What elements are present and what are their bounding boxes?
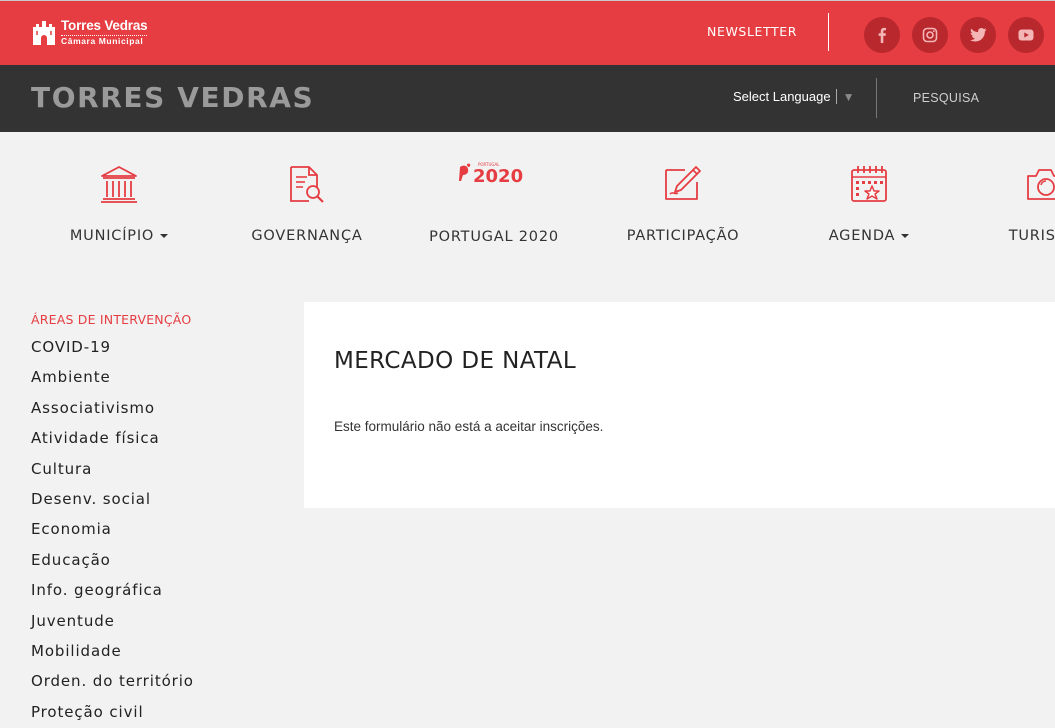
header-bar: TORRES VEDRAS Select Language ▼ PESQUISA bbox=[0, 65, 1055, 132]
building-columns-icon bbox=[101, 166, 137, 203]
nav-label: PARTICIPAÇÃO bbox=[626, 228, 740, 244]
portugal-2020-logo: PORTUGAL 2020 bbox=[459, 162, 523, 186]
sidebar-item-atividade-fisica[interactable]: Atividade física bbox=[31, 423, 281, 453]
logo-name: Torres Vedras bbox=[61, 18, 148, 33]
sidebar-item-educacao[interactable]: Educação bbox=[31, 545, 281, 575]
nav-label: TURISMO bbox=[1008, 228, 1055, 244]
language-label: Select Language bbox=[733, 89, 831, 104]
nav-label: MUNICÍPIO bbox=[69, 228, 155, 244]
sidebar-list: COVID-19 Ambiente Associativismo Ativida… bbox=[31, 332, 281, 727]
caret-down-icon bbox=[160, 234, 169, 238]
sidebar-item-covid-19[interactable]: COVID-19 bbox=[31, 332, 281, 362]
youtube-icon bbox=[1018, 29, 1034, 41]
logo-subtitle: Câmara Municipal bbox=[61, 34, 148, 46]
sidebar-heading: ÁREAS DE INTERVENÇÃO bbox=[31, 312, 192, 327]
sidebar-item-associativismo[interactable]: Associativismo bbox=[31, 393, 281, 423]
sidebar-item-orden-territorio[interactable]: Orden. do território bbox=[31, 666, 281, 696]
document-search-icon bbox=[290, 166, 324, 203]
site-logo[interactable]: Torres Vedras Câmara Municipal bbox=[31, 18, 148, 46]
nav-item-portugal-2020[interactable]: PORTUGAL 2020 PORTUGAL 2020 bbox=[404, 160, 584, 245]
page-title: MERCADO DE NATAL bbox=[334, 348, 577, 374]
logo-big-text: 2020 bbox=[473, 166, 523, 186]
top-bar: Torres Vedras Câmara Municipal NEWSLETTE… bbox=[0, 0, 1055, 65]
divider bbox=[828, 13, 829, 51]
divider bbox=[876, 78, 877, 118]
language-divider bbox=[835, 89, 837, 104]
main-content: MERCADO DE NATAL Este formulário não est… bbox=[304, 302, 1055, 508]
search-link[interactable]: PESQUISA bbox=[913, 91, 979, 105]
sidebar-item-desenv-social[interactable]: Desenv. social bbox=[31, 484, 281, 514]
youtube-button[interactable] bbox=[1008, 17, 1044, 53]
camera-icon bbox=[1027, 169, 1055, 200]
nav-label: PORTUGAL 2020 bbox=[429, 229, 559, 245]
sidebar-item-ambiente[interactable]: Ambiente bbox=[31, 362, 281, 392]
nav-label: GOVERNANÇA bbox=[251, 228, 363, 244]
nav-item-turismo[interactable]: TURISMO bbox=[955, 160, 1055, 244]
nav-label: AGENDA bbox=[828, 228, 896, 244]
form-closed-notice: Este formulário não está a aceitar inscr… bbox=[334, 419, 604, 434]
caret-down-icon bbox=[901, 234, 910, 238]
chevron-down-icon: ▼ bbox=[842, 89, 855, 104]
instagram-icon bbox=[922, 27, 938, 43]
instagram-button[interactable] bbox=[912, 17, 948, 53]
sidebar-item-mobilidade[interactable]: Mobilidade bbox=[31, 636, 281, 666]
sidebar-item-cultura[interactable]: Cultura bbox=[31, 454, 281, 484]
language-selector[interactable]: Select Language ▼ bbox=[733, 89, 854, 104]
newsletter-link[interactable]: NEWSLETTER bbox=[707, 24, 797, 39]
nav-item-governanca[interactable]: GOVERNANÇA bbox=[217, 160, 397, 244]
nav-item-participacao[interactable]: PARTICIPAÇÃO bbox=[593, 160, 773, 244]
facebook-button[interactable] bbox=[864, 17, 900, 53]
site-title[interactable]: TORRES VEDRAS bbox=[31, 81, 314, 114]
calendar-star-icon bbox=[851, 166, 887, 202]
nav-item-municipio[interactable]: MUNICÍPIO bbox=[29, 160, 209, 244]
twitter-icon bbox=[969, 28, 987, 42]
sidebar-item-economia[interactable]: Economia bbox=[31, 514, 281, 544]
sidebar-item-info-geografica[interactable]: Info. geográfica bbox=[31, 575, 281, 605]
castle-logo-icon bbox=[33, 21, 55, 45]
nav-item-agenda[interactable]: AGENDA bbox=[779, 160, 959, 244]
sidebar-item-juventude[interactable]: Juventude bbox=[31, 606, 281, 636]
twitter-button[interactable] bbox=[960, 17, 996, 53]
facebook-icon bbox=[878, 27, 886, 43]
sidebar-item-protecao-civil[interactable]: Proteção civil bbox=[31, 697, 281, 727]
pencil-paper-icon bbox=[665, 166, 701, 200]
sidebar: ÁREAS DE INTERVENÇÃO COVID-19 Ambiente A… bbox=[31, 312, 281, 727]
